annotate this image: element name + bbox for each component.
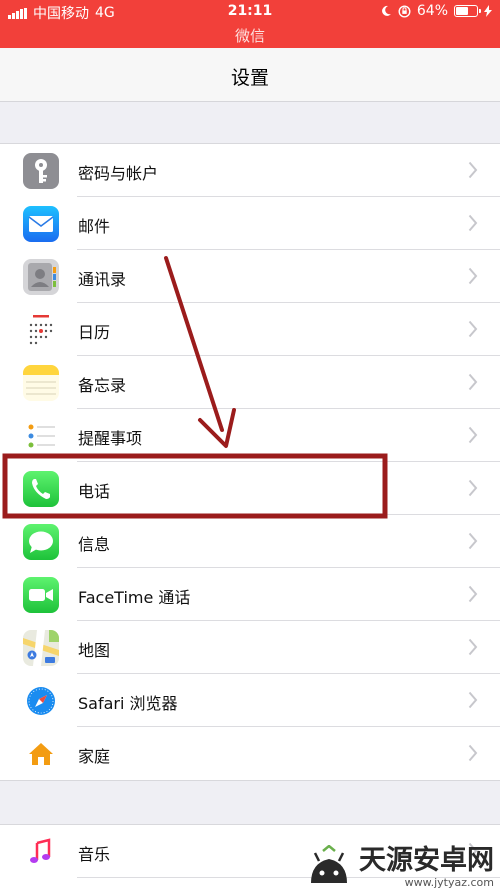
key-icon bbox=[23, 153, 59, 189]
navigation-bar: 设置 bbox=[0, 48, 500, 102]
calendar-icon bbox=[23, 312, 59, 348]
settings-row-label: 家庭 bbox=[78, 747, 111, 766]
rotation-lock-icon bbox=[398, 4, 411, 18]
chevron-right-icon bbox=[468, 585, 478, 603]
chevron-right-icon bbox=[468, 161, 478, 179]
settings-row-label: 信息 bbox=[78, 535, 111, 554]
settings-row-label: Safari 浏览器 bbox=[78, 694, 178, 713]
settings-row-label: 日历 bbox=[78, 323, 111, 342]
status-bar: 中国移动 4G 21:11 64% 微信 bbox=[0, 0, 500, 48]
chevron-right-icon bbox=[468, 479, 478, 497]
watermark-text: 天源安卓网 bbox=[359, 844, 494, 876]
chevron-right-icon bbox=[468, 532, 478, 550]
settings-row-phone[interactable]: 电话 bbox=[0, 462, 500, 515]
settings-list-main: 密码与帐户邮件通讯录日历备忘录提醒事项电话信息 FaceTime 通话 地图 Safa… bbox=[0, 143, 500, 781]
chevron-right-icon bbox=[468, 744, 478, 762]
chevron-right-icon bbox=[468, 320, 478, 338]
settings-row-notes[interactable]: 备忘录 bbox=[0, 356, 500, 409]
chevron-right-icon bbox=[468, 373, 478, 391]
settings-row-calendar[interactable]: 日历 bbox=[0, 303, 500, 356]
chevron-right-icon bbox=[468, 214, 478, 232]
facetime-icon bbox=[23, 577, 59, 613]
settings-row-mail[interactable]: 邮件 bbox=[0, 197, 500, 250]
settings-row-label: 提醒事项 bbox=[78, 429, 143, 448]
settings-row-safari[interactable]: Safari 浏览器 bbox=[0, 674, 500, 727]
maps-icon bbox=[23, 630, 59, 666]
settings-row-facetime[interactable]: FaceTime 通话 bbox=[0, 568, 500, 621]
android-logo-icon bbox=[311, 845, 347, 883]
chevron-right-icon bbox=[468, 267, 478, 285]
settings-row-label: 通讯录 bbox=[78, 270, 127, 289]
settings-row-label: 音乐 bbox=[78, 845, 111, 864]
settings-row-label: 地图 bbox=[78, 641, 111, 660]
chevron-right-icon bbox=[468, 691, 478, 709]
settings-row-label: 密码与帐户 bbox=[78, 164, 159, 183]
moon-icon bbox=[381, 5, 391, 16]
contacts-icon bbox=[23, 259, 59, 295]
home-icon bbox=[23, 736, 59, 772]
settings-row-key[interactable]: 密码与帐户 bbox=[0, 144, 500, 197]
settings-row-messages[interactable]: 信息 bbox=[0, 515, 500, 568]
settings-row-contacts[interactable]: 通讯录 bbox=[0, 250, 500, 303]
reminders-icon bbox=[23, 418, 59, 454]
settings-row-label: 邮件 bbox=[78, 217, 111, 236]
settings-row-maps[interactable]: 地图 bbox=[0, 621, 500, 674]
settings-row-home[interactable]: 家庭 bbox=[0, 727, 500, 780]
status-right: 64% bbox=[380, 3, 492, 19]
mail-icon bbox=[23, 206, 59, 242]
chevron-right-icon bbox=[468, 426, 478, 444]
messages-icon bbox=[23, 524, 59, 560]
watermark: 天源安卓网 www.jytyaz.com bbox=[305, 845, 494, 889]
settings-row-label: FaceTime 通话 bbox=[78, 588, 191, 607]
phone-icon bbox=[23, 471, 59, 507]
return-to-app-link[interactable]: 微信 bbox=[0, 25, 500, 46]
watermark-url: www.jytyaz.com bbox=[404, 875, 494, 889]
music-icon bbox=[23, 834, 59, 870]
settings-row-label: 备忘录 bbox=[78, 376, 127, 395]
battery-percent: 64% bbox=[416, 3, 448, 19]
settings-row-reminders[interactable]: 提醒事项 bbox=[0, 409, 500, 462]
charging-icon bbox=[484, 5, 492, 17]
chevron-right-icon bbox=[468, 638, 478, 656]
notes-icon bbox=[23, 365, 59, 401]
settings-row-label: 电话 bbox=[78, 482, 111, 501]
battery-icon bbox=[454, 5, 481, 17]
page-title: 设置 bbox=[230, 67, 269, 89]
safari-icon bbox=[23, 683, 59, 719]
